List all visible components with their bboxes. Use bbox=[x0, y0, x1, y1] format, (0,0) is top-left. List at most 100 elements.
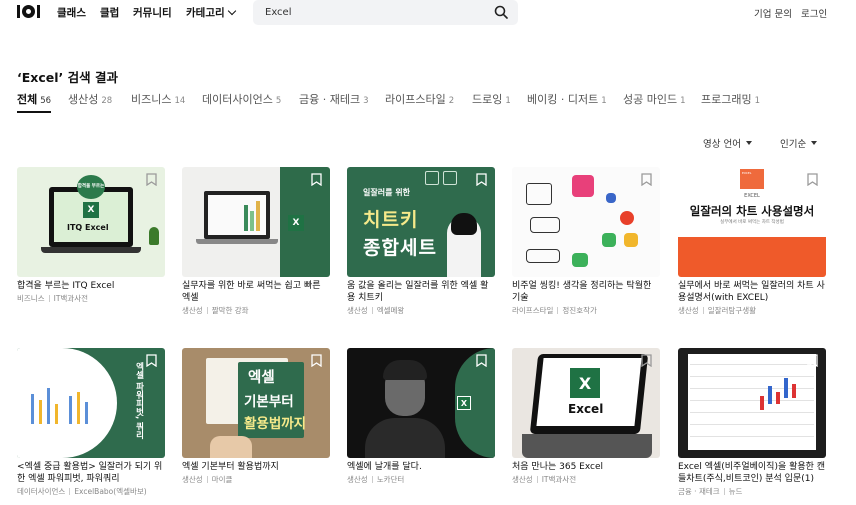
thumb-title-text: 일잘러의 차트 사용설명서 bbox=[689, 204, 815, 218]
bookmark-icon[interactable] bbox=[476, 354, 487, 367]
brand-logo[interactable] bbox=[17, 5, 40, 18]
course-category: 라이프스타일 bbox=[512, 306, 554, 315]
course-title[interactable]: 엑셀에 날개를 달다. bbox=[347, 461, 495, 473]
course-category: 생산성 bbox=[678, 306, 699, 315]
bookmark-icon[interactable] bbox=[311, 173, 322, 186]
course-title[interactable]: <엑셀 중급 활용법> 일잘러가 되기 위한 엑셀 파워피벗, 파워쿼리 bbox=[17, 461, 165, 485]
course-card[interactable]: X Excel 처음 만나는 365 Excel 생산성 IT백과사전 bbox=[512, 348, 660, 485]
tab-count: 5 bbox=[275, 96, 282, 106]
thumb-subtitle-text: 일잘러를 위한 bbox=[363, 188, 410, 197]
excel-icon: X bbox=[83, 202, 99, 218]
bookmark-icon[interactable] bbox=[807, 354, 818, 367]
course-thumbnail[interactable]: 엑셀 파워피벗, 쿼리 bbox=[17, 348, 165, 458]
course-category: 생산성 bbox=[182, 306, 203, 315]
course-title[interactable]: 실무자를 위한 바로 써먹는 쉽고 빠른 엑셀 bbox=[182, 280, 330, 304]
tab-label: 금융 · 재테크 bbox=[299, 93, 361, 106]
course-meta: 생산성 일잘러탐구생활 bbox=[678, 305, 826, 316]
course-thumbnail[interactable]: X bbox=[347, 348, 495, 458]
top-navigation: 클래스 클럽 커뮤니티 카테고리 기업 문의 로그인 bbox=[0, 0, 856, 25]
course-thumbnail[interactable]: 합격을 부르는 X ITQ Excel bbox=[17, 167, 165, 277]
course-thumbnail[interactable]: X Excel bbox=[512, 348, 660, 458]
tab-business[interactable]: 비즈니스 14 bbox=[131, 91, 185, 107]
course-title[interactable]: 실무에서 바로 써먹는 일잘러의 차트 사용설명서(with EXCEL) bbox=[678, 280, 826, 304]
course-creator: IT백과사전 bbox=[541, 475, 577, 484]
bookmark-icon[interactable] bbox=[807, 173, 818, 186]
thumb-title-text: 엑셀 파워피벗, 쿼리 bbox=[134, 362, 144, 440]
tab-drawing[interactable]: 드로잉 1 bbox=[472, 91, 511, 107]
course-title[interactable]: 움 값을 올리는 일잘러를 위한 엑셀 활용 치트키 bbox=[347, 280, 495, 304]
nav-category[interactable]: 카테고리 bbox=[186, 5, 236, 20]
course-title[interactable]: 처음 만나는 365 Excel bbox=[512, 461, 660, 473]
course-card[interactable]: 일잘러를 위한 치트키 종합세트 움 값을 올리는 일잘러를 위한 엑셀 활용 … bbox=[347, 167, 495, 316]
course-thumbnail[interactable] bbox=[512, 167, 660, 277]
course-card[interactable]: X 실무자를 위한 바로 써먹는 쉽고 빠른 엑셀 생산성 짤막한 강좌 bbox=[182, 167, 330, 316]
business-inquiry-link[interactable]: 기업 문의 bbox=[754, 6, 792, 20]
tab-label: 전체 bbox=[17, 93, 38, 106]
course-creator: 짤막한 강좌 bbox=[211, 306, 249, 315]
search-result-title: ‘Excel’ 검색 결과 bbox=[17, 70, 118, 85]
tab-data-science[interactable]: 데이터사이언스 5 bbox=[202, 91, 281, 107]
course-card[interactable]: 비주얼 씽킹! 생각을 정리하는 탁월한 기술 라이프스타일 정진호작가 bbox=[512, 167, 660, 316]
nav-club[interactable]: 클럽 bbox=[100, 5, 119, 20]
search-input[interactable] bbox=[265, 4, 485, 20]
course-thumbnail[interactable] bbox=[678, 348, 826, 458]
course-card[interactable]: 엑셀 파워피벗, 쿼리 <엑셀 중급 활용법> 일잘러가 되기 위한 엑셀 파워… bbox=[17, 348, 165, 497]
tab-all[interactable]: 전체 56 bbox=[17, 91, 51, 107]
thumb-book-text: EXCEL bbox=[740, 169, 764, 189]
bookmark-icon[interactable] bbox=[311, 354, 322, 367]
course-creator: 엑셀메왕 bbox=[376, 306, 405, 315]
caret-down-icon bbox=[811, 141, 818, 145]
excel-icon: X bbox=[457, 396, 471, 410]
course-thumbnail[interactable]: 엑셀 기본부터 활용법까지 bbox=[182, 348, 330, 458]
sort-filter[interactable]: 인기순 bbox=[780, 136, 818, 150]
course-category: 생산성 bbox=[347, 475, 368, 484]
tab-count: 14 bbox=[174, 96, 186, 106]
thumb-title-text: Excel bbox=[568, 402, 604, 416]
tab-count: 56 bbox=[40, 96, 52, 106]
tab-count: 28 bbox=[101, 96, 113, 106]
tab-lifestyle[interactable]: 라이프스타일 2 bbox=[385, 91, 454, 107]
course-meta: 라이프스타일 정진호작가 bbox=[512, 305, 660, 316]
tab-finance[interactable]: 금융 · 재테크 3 bbox=[299, 91, 369, 107]
course-card[interactable]: 합격을 부르는 X ITQ Excel 합격을 부르는 ITQ Excel 비즈… bbox=[17, 167, 165, 304]
course-thumbnail[interactable]: 일잘러를 위한 치트키 종합세트 bbox=[347, 167, 495, 277]
thumb-title-text-2: 종합세트 bbox=[363, 237, 437, 259]
course-creator: IT백과사전 bbox=[53, 294, 89, 303]
search-icon[interactable] bbox=[494, 5, 508, 19]
bookmark-icon[interactable] bbox=[641, 354, 652, 367]
nav-community[interactable]: 커뮤니티 bbox=[133, 5, 172, 20]
tab-count: 1 bbox=[680, 96, 686, 106]
course-title[interactable]: Excel 엑셀(비주얼베이직)을 활용한 캔들차트(주식,비트코인) 분석 입… bbox=[678, 461, 826, 485]
course-card[interactable]: EXCEL EXCEL 일잘러의 차트 사용설명서 실무에서 바로 써먹는 차트… bbox=[678, 167, 826, 316]
tab-success-mindset[interactable]: 성공 마인드 1 bbox=[623, 91, 686, 107]
course-title[interactable]: 합격을 부르는 ITQ Excel bbox=[17, 280, 165, 292]
course-card[interactable]: 엑셀 기본부터 활용법까지 엑셀 기본부터 활용법까지 생산성 마이클 bbox=[182, 348, 330, 485]
course-meta: 생산성 노카단터 bbox=[347, 474, 495, 485]
login-link[interactable]: 로그인 bbox=[801, 6, 827, 20]
tab-count: 1 bbox=[601, 96, 607, 106]
course-thumbnail[interactable]: X bbox=[182, 167, 330, 277]
course-category: 생산성 bbox=[512, 475, 533, 484]
course-title[interactable]: 비주얼 씽킹! 생각을 정리하는 탁월한 기술 bbox=[512, 280, 660, 304]
tab-baking[interactable]: 베이킹 · 디저트 1 bbox=[527, 91, 607, 107]
bookmark-icon[interactable] bbox=[146, 354, 157, 367]
tab-programming[interactable]: 프로그래밍 1 bbox=[701, 91, 760, 107]
course-meta: 데이터사이언스 ExcelBabo(엑셀바보) bbox=[17, 486, 165, 497]
course-thumbnail[interactable]: EXCEL EXCEL 일잘러의 차트 사용설명서 실무에서 바로 써먹는 차트… bbox=[678, 167, 826, 277]
course-category: 데이터사이언스 bbox=[17, 487, 66, 496]
bookmark-icon[interactable] bbox=[146, 173, 157, 186]
excel-icon: X bbox=[570, 368, 600, 398]
course-category: 생산성 bbox=[347, 306, 368, 315]
thumb-subtitle-text: 실무에서 바로 써먹는 차트 작성법 bbox=[720, 220, 784, 225]
tab-label: 비즈니스 bbox=[131, 93, 172, 106]
bookmark-icon[interactable] bbox=[641, 173, 652, 186]
tab-productivity[interactable]: 생산성 28 bbox=[68, 91, 112, 107]
course-card[interactable]: Excel 엑셀(비주얼베이직)을 활용한 캔들차트(주식,비트코인) 분석 입… bbox=[678, 348, 826, 497]
course-title[interactable]: 엑셀 기본부터 활용법까지 bbox=[182, 461, 330, 473]
nav-class[interactable]: 클래스 bbox=[57, 5, 86, 20]
course-card[interactable]: X 엑셀에 날개를 달다. 생산성 노카단터 bbox=[347, 348, 495, 485]
nav-category-label: 카테고리 bbox=[186, 7, 225, 19]
bookmark-icon[interactable] bbox=[476, 173, 487, 186]
language-filter[interactable]: 영상 언어 bbox=[703, 136, 752, 150]
course-creator: 뉴드 bbox=[728, 487, 743, 496]
